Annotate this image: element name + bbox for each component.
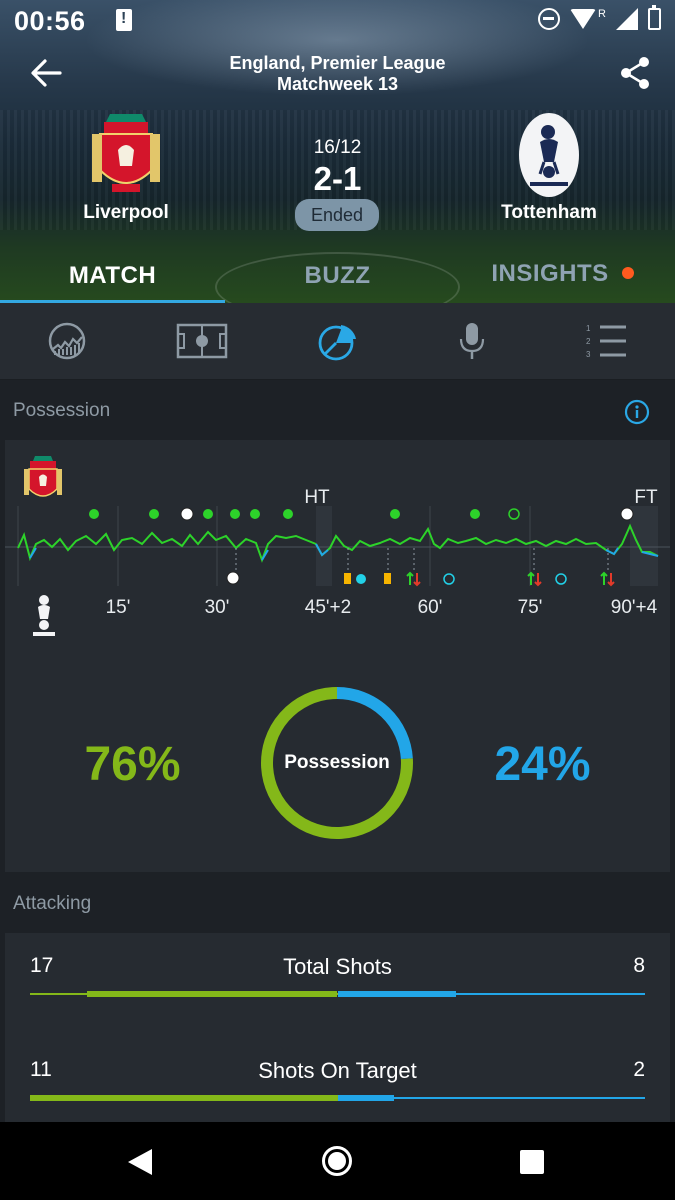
- svg-text:3: 3: [586, 350, 591, 359]
- info-icon[interactable]: [624, 399, 650, 425]
- tick-label: 75': [518, 597, 543, 618]
- halftime-label: HT: [304, 487, 330, 508]
- ranked-list-icon[interactable]: 1 2 3: [584, 321, 630, 361]
- away-stat-value: 2: [633, 1058, 645, 1081]
- signal-icon: [616, 8, 638, 30]
- stat-label: Shots On Target: [258, 1058, 417, 1083]
- possession-section-title: Possession: [13, 400, 111, 421]
- home-bar: [30, 1095, 338, 1101]
- ring-label: Possession: [284, 752, 390, 773]
- tick-label: 45'+2: [305, 597, 351, 618]
- home-momentum-line: [17, 530, 317, 563]
- alert-icon: [116, 9, 132, 31]
- do-not-disturb-icon: [538, 8, 561, 30]
- stat-bar: [30, 991, 645, 997]
- battery-icon: [648, 5, 661, 30]
- nav-home-icon[interactable]: [322, 1146, 352, 1176]
- status-bar: 00:56 R: [0, 0, 675, 44]
- tab-buzz[interactable]: BUZZ: [225, 262, 450, 290]
- match-date: 16/12: [313, 137, 362, 158]
- tottenham-mini-crest-icon: [33, 595, 55, 636]
- notification-dot: [622, 267, 634, 279]
- system-nav-bar: [0, 1122, 675, 1200]
- pitch-icon[interactable]: [176, 321, 228, 361]
- svg-text:2: 2: [586, 337, 591, 346]
- pie-chart-icon[interactable]: [316, 321, 360, 361]
- tick-label: 15': [106, 597, 131, 618]
- status-time: 00:56: [14, 6, 86, 36]
- microphone-icon[interactable]: [450, 321, 494, 361]
- icon-tab-bar: 1 2 3: [0, 303, 675, 380]
- matchweek: Matchweek 13: [276, 74, 399, 94]
- away-team-name[interactable]: Tottenham: [486, 202, 612, 224]
- roaming-indicator: R: [598, 8, 606, 20]
- svg-text:1: 1: [586, 324, 591, 333]
- nav-recents-icon[interactable]: [520, 1150, 544, 1174]
- away-bar: [337, 991, 456, 997]
- tab-match[interactable]: MATCH: [0, 262, 225, 290]
- home-bar: [86, 991, 338, 997]
- away-possession-pct: 24%: [494, 738, 591, 791]
- fulltime-band: [630, 506, 658, 586]
- match-score: 2-1: [313, 160, 362, 197]
- away-stat-value: 8: [633, 954, 645, 977]
- momentum-icon[interactable]: [45, 321, 89, 361]
- status-badge: Ended: [295, 199, 379, 231]
- stat-label: Total Shots: [283, 954, 392, 979]
- attacking-section-title: Attacking: [13, 893, 92, 914]
- league-name: England, Premier League: [229, 53, 446, 73]
- away-bar: [337, 1095, 395, 1101]
- tab-bar: MATCH BUZZ INSIGHTS: [0, 250, 675, 303]
- home-team-name[interactable]: Liverpool: [62, 202, 190, 224]
- halftime-band: [316, 506, 332, 586]
- fulltime-label: FT: [634, 487, 658, 508]
- tab-insights[interactable]: INSIGHTS: [470, 260, 630, 288]
- momentum-timeline: HT FT 15' 30' 45'+2 60' 75' 90'+4: [5, 487, 670, 618]
- stat-bar: [30, 1095, 645, 1101]
- tick-label: 30': [205, 597, 230, 618]
- nav-back-icon[interactable]: [128, 1149, 152, 1175]
- wifi-icon: [570, 9, 597, 29]
- home-possession-pct: 76%: [84, 738, 181, 791]
- tick-label: 60': [418, 597, 443, 618]
- tick-label: 90'+4: [611, 597, 658, 618]
- liverpool-mini-crest-icon: [24, 456, 62, 497]
